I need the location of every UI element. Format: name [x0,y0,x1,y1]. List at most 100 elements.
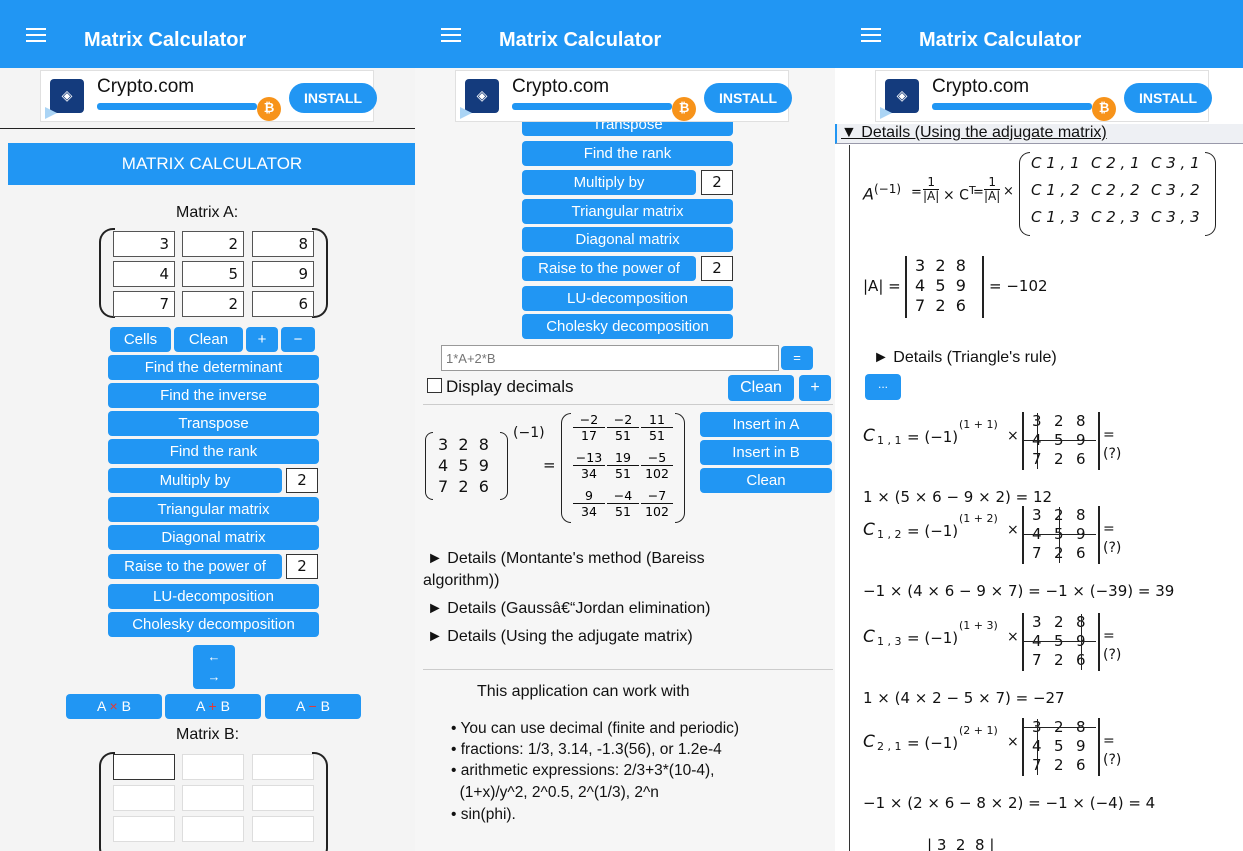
matrix-a-right-bracket [312,228,328,318]
ad-banner[interactable]: ◈ Crypto.com ₿ INSTALL [40,70,377,122]
a-times-b-button[interactable]: A × B [66,694,162,719]
details-adjugate-title[interactable]: ▼ Details (Using the adjugate matrix) [841,124,1107,142]
swap-button[interactable]: ← → [193,645,235,689]
details-montante-link[interactable]: ► Details (Montante's method (Bareiss [427,550,705,568]
insert-in-b-button[interactable]: Insert in B [700,440,832,465]
add-expression-button[interactable]: + [799,375,831,401]
matrix-b-cell[interactable] [182,816,244,842]
rank-button[interactable]: Find the rank [522,141,733,166]
rank-button[interactable]: Find the rank [108,439,319,464]
matrix-b-cell[interactable] [113,816,175,842]
triangular-button[interactable]: Triangular matrix [522,199,733,224]
a-plus-b-button[interactable]: A + B [165,694,261,719]
matrix-a-cell[interactable]: 6 [252,291,314,317]
cofactor-sub: 2 , 1 [877,740,902,753]
details-montante-link-cont[interactable]: algorithm)) [423,572,499,590]
matrix-b-cell[interactable] [252,785,314,811]
hamburger-menu-icon[interactable] [441,28,461,42]
power-button[interactable]: Raise to the power of [522,256,696,281]
matrix-a-cell[interactable]: 9 [252,261,314,287]
matrix-a-cell[interactable]: 2 [182,231,244,257]
display-decimals-checkbox[interactable] [427,378,442,393]
matrix-b-label: Matrix B: [176,726,240,743]
matrix-a-cell[interactable]: 8 [252,231,314,257]
lu-button[interactable]: LU-decomposition [108,584,319,609]
matrix-a-cell[interactable]: 7 [113,291,175,317]
clean-button[interactable]: Clean [728,375,794,401]
more-button[interactable]: ... [865,374,901,400]
matrix-a-cell[interactable]: 5 [182,261,244,287]
matrix-b-cell[interactable] [252,754,314,780]
divider [423,669,833,670]
matrix-a-cell[interactable]: 4 [113,261,175,287]
add-size-button[interactable]: + [246,327,278,352]
matrix-b-cell[interactable] [113,754,175,780]
bitcoin-icon: ₿ [257,97,281,121]
matrix-a-cell[interactable]: 2 [182,291,244,317]
expression-input[interactable] [441,345,779,371]
determinant-button[interactable]: Find the determinant [108,355,319,380]
install-button[interactable]: INSTALL [1124,83,1212,113]
matrix-b-cell[interactable] [182,754,244,780]
install-button[interactable]: INSTALL [704,83,792,113]
install-button[interactable]: INSTALL [289,83,377,113]
hamburger-menu-icon[interactable] [26,28,46,42]
triangle-rule-link[interactable]: ► Details (Triangle's rule) [873,349,1057,367]
cofactor-expr: = (−1) [907,734,959,752]
diagonal-button[interactable]: Diagonal matrix [522,227,733,252]
evaluate-button[interactable]: = [781,346,813,370]
details-adjugate-link[interactable]: ► Details (Using the adjugate matrix) [427,628,693,646]
frac-num: 1 [923,176,940,190]
cofactor-result: (?) [1103,540,1122,556]
triangular-button[interactable]: Triangular matrix [108,497,319,522]
power-button[interactable]: Raise to the power of [108,554,282,579]
input-cell: 6 [478,477,489,496]
cholesky-button[interactable]: Cholesky decomposition [522,314,733,339]
app-bar: Matrix Calculator [415,0,835,68]
cofactor-sub: 1 , 3 [877,635,902,648]
matrix-b-cell[interactable] [182,785,244,811]
multiply-value-input[interactable]: 2 [286,468,318,493]
power-value-input[interactable]: 2 [701,256,733,281]
op-b: B [220,698,230,714]
minus-icon: − [308,698,317,714]
remove-size-button[interactable]: − [281,327,315,352]
det-cell: 6 [955,296,966,315]
lu-button[interactable]: LU-decomposition [522,286,733,311]
ad-banner[interactable]: ◈ Crypto.com ₿ INSTALL [455,70,792,122]
frac-num: 1 [984,176,1001,190]
cofactor-matrix: C 1 , 1 C 2 , 1 C 3 , 1 C 1 , 2 C 2 , 2 C 3 ,… [1031,154,1207,234]
transpose-button[interactable]: Transpose [108,411,319,436]
ad-banner[interactable]: ◈ Crypto.com ₿ INSTALL [875,70,1212,122]
cofactor-calc: 1 × (5 × 6 − 9 × 2) = 12 [863,488,1053,506]
fraction-numerator: 9 [573,488,605,504]
det-cell: 5 [935,276,946,295]
panel-adjugate-details: Matrix Calculator ◈ Crypto.com ₿ INSTALL… [835,0,1243,851]
cholesky-button[interactable]: Cholesky decomposition [108,612,319,637]
a-minus-b-button[interactable]: A − B [265,694,361,719]
equals-sign: = [543,456,556,474]
output-fraction: −5 102 [641,450,673,481]
multiply-value-input[interactable]: 2 [701,170,733,195]
matrix-a-cell[interactable]: 3 [113,231,175,257]
tail-row: | 3 2 8 | [927,836,994,851]
multiply-by-button[interactable]: Multiply by [522,170,696,195]
input-cell: 5 [458,456,469,475]
cells-button[interactable]: Cells [110,327,171,352]
hamburger-menu-icon[interactable] [861,28,881,42]
result-clean-button[interactable]: Clean [700,468,832,493]
details-gauss-jordan-link[interactable]: ► Details (Gaussâ€“Jordan elimination) [427,600,711,618]
diagonal-button[interactable]: Diagonal matrix [108,525,319,550]
matrix-b-cell[interactable] [113,785,175,811]
input-matrix: 3 2 8 4 5 9 7 2 6 [438,434,489,497]
matrix-b-cell[interactable] [252,816,314,842]
clean-button[interactable]: Clean [174,327,243,352]
insert-in-a-button[interactable]: Insert in A [700,412,832,437]
inverse-button[interactable]: Find the inverse [108,383,319,408]
app-bar: Matrix Calculator [835,0,1243,68]
ad-progress-bar [97,103,257,110]
power-value-input[interactable]: 2 [286,554,318,579]
multiply-by-button[interactable]: Multiply by [108,468,282,493]
info-item: • fractions: 1/3, 3.14, -1.3(56), or 1.2… [451,741,722,758]
formula-ct: × CT [943,184,976,204]
